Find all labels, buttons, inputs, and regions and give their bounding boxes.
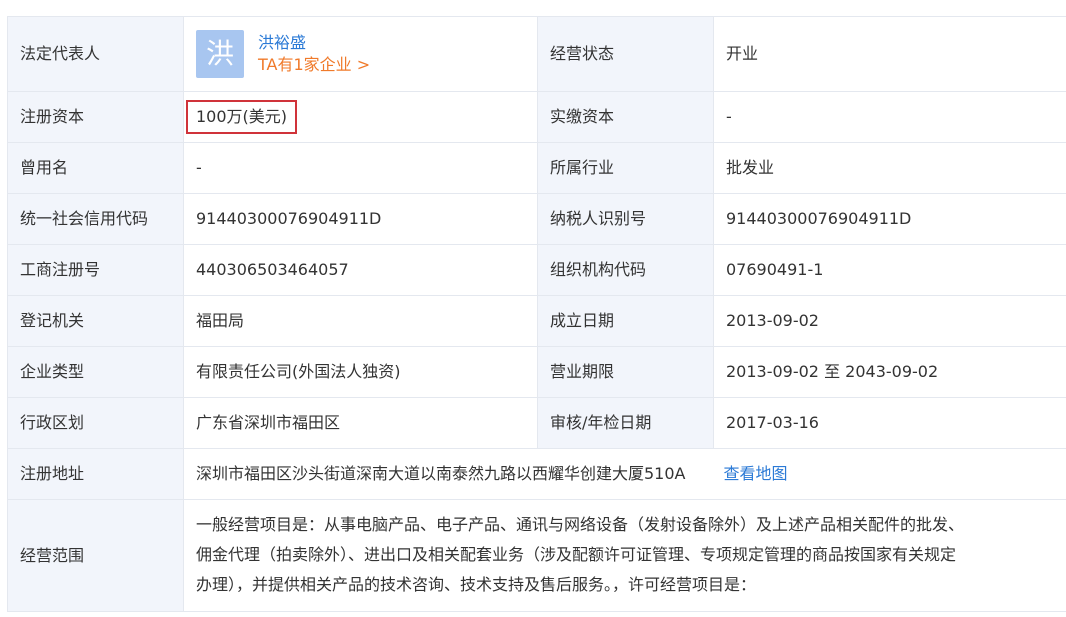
reg-authority-label: 登记机关 (7, 295, 184, 347)
company-type-label: 企业类型 (7, 346, 184, 398)
taxpayer-id-value: 91440300076904911D (713, 193, 1066, 245)
table-row: 登记机关 福田局 成立日期 2013-09-02 (7, 295, 1066, 347)
business-scope-line: 佣金代理（拍卖除外）、进出口及相关配套业务（涉及配额许可证管理、专项规定管理的商… (196, 544, 957, 564)
business-scope-line: 一般经营项目是：从事电脑产品、电子产品、通讯与网络设备（发射设备除外）及上述产品… (196, 514, 965, 534)
founded-date-value: 2013-09-02 (713, 295, 1066, 347)
table-row: 注册资本 100万(美元) 实缴资本 - (7, 91, 1066, 143)
admin-region-label: 行政区划 (7, 397, 184, 449)
company-type-value: 有限责任公司(外国法人独资) (183, 346, 538, 398)
status-label: 经营状态 (537, 16, 714, 92)
reg-number-value: 440306503464057 (183, 244, 538, 296)
legal-rep-label: 法定代表人 (7, 16, 184, 92)
org-code-value: 07690491-1 (713, 244, 1066, 296)
table-row: 工商注册号 440306503464057 组织机构代码 07690491-1 (7, 244, 1066, 296)
founded-date-label: 成立日期 (537, 295, 714, 347)
reg-authority-value: 福田局 (183, 295, 538, 347)
org-code-label: 组织机构代码 (537, 244, 714, 296)
company-info-panel: 法定代表人 洪 洪裕盛 TA有1家企业 > 经营状态 开业 注册资本 100万(… (7, 16, 1066, 612)
table-row: 企业类型 有限责任公司(外国法人独资) 营业期限 2013-09-02 至 20… (7, 346, 1066, 398)
table-row: 曾用名 - 所属行业 批发业 (7, 142, 1066, 194)
table-row: 注册地址 深圳市福田区沙头街道深南大道以南泰然九路以西耀华创建大厦510A 查看地… (7, 448, 1066, 500)
credit-code-value: 91440300076904911D (183, 193, 538, 245)
inspection-date-label: 审核/年检日期 (537, 397, 714, 449)
inspection-date-value: 2017-03-16 (713, 397, 1066, 449)
table-row: 行政区划 广东省深圳市福田区 审核/年检日期 2017-03-16 (7, 397, 1066, 449)
avatar[interactable]: 洪 (196, 30, 244, 78)
paid-capital-value: - (713, 91, 1066, 143)
business-scope-line: 办理），并提供相关产品的技术咨询、技术支持及售后服务。，许可经营项目是： (196, 574, 757, 594)
address-value: 深圳市福田区沙头街道深南大道以南泰然九路以西耀华创建大厦510A (196, 464, 686, 483)
status-value: 开业 (713, 16, 1066, 92)
address-cell: 深圳市福田区沙头街道深南大道以南泰然九路以西耀华创建大厦510A 查看地图 (183, 448, 1066, 500)
paid-capital-label: 实缴资本 (537, 91, 714, 143)
reg-number-label: 工商注册号 (7, 244, 184, 296)
related-companies-link[interactable]: TA有1家企业 > (258, 54, 370, 76)
address-label: 注册地址 (7, 448, 184, 500)
taxpayer-id-label: 纳税人识别号 (537, 193, 714, 245)
table-row: 经营范围 一般经营项目是：从事电脑产品、电子产品、通讯与网络设备（发射设备除外）… (7, 499, 1066, 612)
business-scope-label: 经营范围 (7, 499, 184, 612)
former-name-value: - (183, 142, 538, 194)
registered-capital-label: 注册资本 (7, 91, 184, 143)
table-row: 法定代表人 洪 洪裕盛 TA有1家企业 > 经营状态 开业 (7, 16, 1066, 92)
admin-region-value: 广东省深圳市福田区 (183, 397, 538, 449)
industry-label: 所属行业 (537, 142, 714, 194)
legal-rep-name-link[interactable]: 洪裕盛 (258, 32, 370, 54)
former-name-label: 曾用名 (7, 142, 184, 194)
legal-rep-cell: 洪 洪裕盛 TA有1家企业 > (183, 16, 538, 92)
view-map-link[interactable]: 查看地图 (724, 464, 788, 483)
business-term-label: 营业期限 (537, 346, 714, 398)
business-term-value: 2013-09-02 至 2043-09-02 (713, 346, 1066, 398)
business-scope-value: 一般经营项目是：从事电脑产品、电子产品、通讯与网络设备（发射设备除外）及上述产品… (183, 499, 1066, 612)
company-info-table: 法定代表人 洪 洪裕盛 TA有1家企业 > 经营状态 开业 注册资本 100万(… (7, 16, 1066, 612)
industry-value: 批发业 (713, 142, 1066, 194)
registered-capital-value: 100万(美元) (186, 100, 298, 134)
credit-code-label: 统一社会信用代码 (7, 193, 184, 245)
table-row: 统一社会信用代码 91440300076904911D 纳税人识别号 91440… (7, 193, 1066, 245)
